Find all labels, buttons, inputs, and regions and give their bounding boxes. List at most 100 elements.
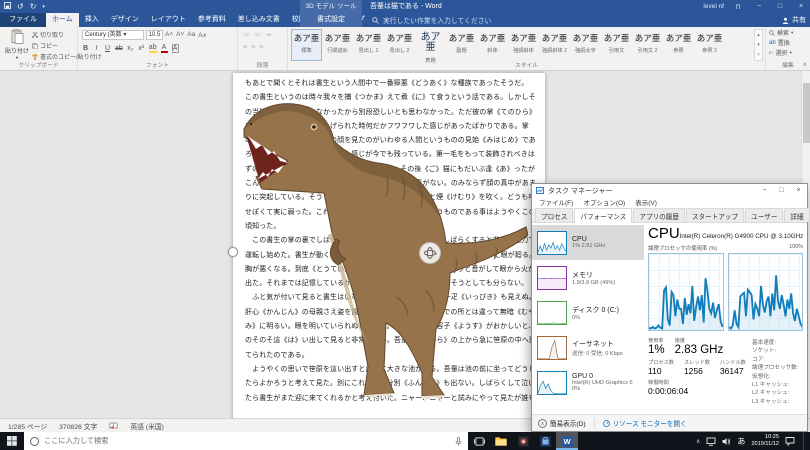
align-center-icon[interactable]: ≡ bbox=[251, 44, 255, 51]
open-resource-monitor-link[interactable]: リソース モニターを開く bbox=[603, 418, 687, 428]
tm-tab-アプリの履歴[interactable]: アプリの履歴 bbox=[633, 208, 685, 222]
font-size-combobox[interactable]: 10.5 bbox=[146, 30, 163, 40]
collapse-ribbon-icon[interactable]: ∧ bbox=[803, 61, 807, 68]
style-強調斜体[interactable]: あア亜強調斜体 bbox=[508, 29, 539, 61]
strikethrough-button[interactable]: ab bbox=[115, 45, 123, 52]
paste-button[interactable]: 貼り付け ▾ bbox=[4, 29, 30, 63]
start-button[interactable] bbox=[0, 432, 24, 450]
ribbon-tab-参考資料[interactable]: 参考資料 bbox=[192, 13, 232, 27]
speaker-icon[interactable] bbox=[722, 437, 731, 446]
underline-button[interactable]: U bbox=[104, 45, 111, 52]
style-引用文 2[interactable]: あア亜引用文 2 bbox=[632, 29, 663, 61]
cpu-core-graph-2[interactable] bbox=[728, 253, 804, 331]
cpu-core-graph-1[interactable] bbox=[648, 253, 724, 331]
network-icon[interactable] bbox=[706, 437, 716, 446]
microphone-icon[interactable] bbox=[455, 437, 462, 446]
language-indicator[interactable]: 英語 (米国) bbox=[130, 421, 164, 431]
tab-format[interactable]: 書式設定 bbox=[300, 13, 362, 27]
grow-font-button[interactable]: A˄ bbox=[165, 31, 173, 39]
style-強調斜体 2[interactable]: あア亜強調斜体 2 bbox=[539, 29, 570, 61]
close-button[interactable]: × bbox=[794, 3, 808, 10]
photos-app-icon[interactable] bbox=[512, 432, 534, 450]
tm-tab-スタートアップ[interactable]: スタートアップ bbox=[686, 208, 744, 222]
character-border-button[interactable]: A bbox=[172, 44, 179, 53]
page-count[interactable]: 1/285 ページ bbox=[8, 421, 47, 431]
model-resize-handle[interactable] bbox=[228, 247, 238, 257]
style-引用文[interactable]: あア亜引用文 bbox=[601, 29, 632, 61]
undo-icon[interactable]: ↺ bbox=[17, 2, 24, 11]
taskbar-search-box[interactable]: ここに入力して検索 bbox=[24, 432, 468, 450]
style-副題[interactable]: あア亜副題 bbox=[446, 29, 477, 61]
tm-minimize-button[interactable]: − bbox=[756, 184, 773, 198]
redo-icon[interactable]: ↻ bbox=[30, 2, 37, 11]
tm-maximize-button[interactable]: □ bbox=[773, 184, 790, 198]
ime-indicator[interactable]: あ bbox=[737, 436, 745, 447]
style-標準[interactable]: あア亜標準 bbox=[291, 29, 322, 61]
style-強調太字[interactable]: あア亜強調太字 bbox=[570, 29, 601, 61]
tm-sidebar-CPU[interactable]: CPU1% 2.81 GHz bbox=[532, 225, 644, 260]
subscript-button[interactable]: x₂ bbox=[127, 45, 134, 52]
tm-tab-プロセス[interactable]: プロセス bbox=[535, 208, 573, 222]
show-desktop-button[interactable] bbox=[803, 432, 806, 450]
style-見出し 2[interactable]: あア亜見出し 2 bbox=[384, 29, 415, 61]
ribbon-display-options-icon[interactable]: ⊓ bbox=[731, 3, 745, 11]
action-center-icon[interactable] bbox=[785, 436, 795, 446]
quick-access-more-icon[interactable]: ▾ bbox=[42, 4, 45, 10]
ribbon-tab-差し込み文書[interactable]: 差し込み文書 bbox=[232, 13, 286, 27]
tm-sidebar-メモリ[interactable]: メモリ1.9/3.9 GB (49%) bbox=[532, 260, 644, 295]
tm-tab-パフォーマンス[interactable]: パフォーマンス bbox=[574, 208, 632, 223]
bold-button[interactable]: B bbox=[82, 45, 89, 52]
3d-rotate-handle[interactable] bbox=[419, 242, 441, 264]
bullet-list-icon[interactable]: ≔ bbox=[243, 31, 250, 39]
file-explorer-icon[interactable] bbox=[490, 432, 512, 450]
styles-scroll-down-icon[interactable]: ▾ bbox=[755, 40, 762, 50]
select-button[interactable]: ▻選択▾ bbox=[769, 48, 810, 57]
tm-sidebar-GPU 0[interactable]: GPU 0Intel(R) UHD Graphics 60% bbox=[532, 365, 644, 400]
ribbon-tab-レイアウト[interactable]: レイアウト bbox=[145, 13, 192, 27]
replace-button[interactable]: ab置換 bbox=[769, 38, 810, 47]
styles-scroll-up-icon[interactable]: ▴ bbox=[755, 30, 762, 40]
superscript-button[interactable]: x² bbox=[138, 45, 145, 52]
word-app-icon[interactable]: W bbox=[556, 432, 578, 450]
change-case-button[interactable]: Aa bbox=[187, 31, 195, 39]
style-斜体[interactable]: あア亜斜体 bbox=[477, 29, 508, 61]
clear-formatting-button[interactable]: A𝘹 bbox=[198, 31, 206, 39]
taskbar-clock[interactable]: 10:25 2019/11/12 bbox=[751, 434, 779, 448]
align-left-icon[interactable]: ≡ bbox=[243, 44, 247, 51]
tray-overflow-chevron-icon[interactable]: ∧ bbox=[696, 438, 700, 445]
find-button[interactable]: 検索▾ bbox=[769, 28, 810, 37]
style-参照 2[interactable]: あア亜参照 2 bbox=[694, 29, 725, 61]
save-icon[interactable] bbox=[4, 2, 11, 11]
style-参照[interactable]: あア亜参照 bbox=[663, 29, 694, 61]
style-表題[interactable]: あア亜表題 bbox=[415, 29, 446, 61]
style-行間詰め[interactable]: あア亜行間詰め bbox=[322, 29, 353, 61]
tm-sidebar-イーサネット[interactable]: イーサネット送信: 0 受信: 0 Kbps bbox=[532, 330, 644, 365]
maximize-button[interactable]: □ bbox=[773, 3, 787, 10]
shrink-font-button[interactable]: A˅ bbox=[176, 31, 184, 39]
store-app-icon[interactable] bbox=[534, 432, 556, 450]
simple-view-button[interactable]: ∧ 簡易表示(D) bbox=[538, 418, 586, 428]
tm-sidebar-ディスク 0 (C:)[interactable]: ディスク 0 (C:)0% bbox=[532, 295, 644, 330]
share-button[interactable]: 共有 bbox=[782, 13, 806, 27]
ribbon-tab-ホーム[interactable]: ホーム bbox=[46, 13, 79, 27]
account-user-name[interactable]: level nf bbox=[703, 3, 724, 10]
task-view-icon[interactable] bbox=[468, 432, 490, 450]
text-highlight-button[interactable]: ab bbox=[149, 44, 157, 53]
indent-icon[interactable]: ⇥ bbox=[265, 31, 271, 39]
tm-tab-詳細[interactable]: 詳細 bbox=[784, 208, 809, 222]
ribbon-tab-ファイル[interactable]: ファイル bbox=[0, 13, 46, 27]
ribbon-tab-デザイン[interactable]: デザイン bbox=[105, 13, 145, 27]
trex-3d-model[interactable] bbox=[236, 77, 528, 413]
word-count[interactable]: 370826 文字 bbox=[59, 421, 97, 431]
styles-more-icon[interactable]: ▿ bbox=[755, 50, 762, 60]
minimize-button[interactable]: − bbox=[752, 3, 766, 10]
proofing-icon[interactable] bbox=[109, 422, 118, 430]
style-見出し 1[interactable]: あア亜見出し 1 bbox=[353, 29, 384, 61]
tm-close-button[interactable]: × bbox=[790, 184, 807, 198]
font-color-button[interactable]: A bbox=[161, 44, 168, 53]
ribbon-tab-挿入[interactable]: 挿入 bbox=[79, 13, 105, 27]
task-manager-titlebar[interactable]: タスク マネージャー − □ × bbox=[532, 184, 807, 198]
number-list-icon[interactable]: ≕ bbox=[254, 31, 261, 39]
font-name-combobox[interactable]: Century (英数 ▾ bbox=[82, 30, 144, 40]
tell-me-search[interactable]: 実行したい作業を入力してください bbox=[372, 13, 491, 27]
